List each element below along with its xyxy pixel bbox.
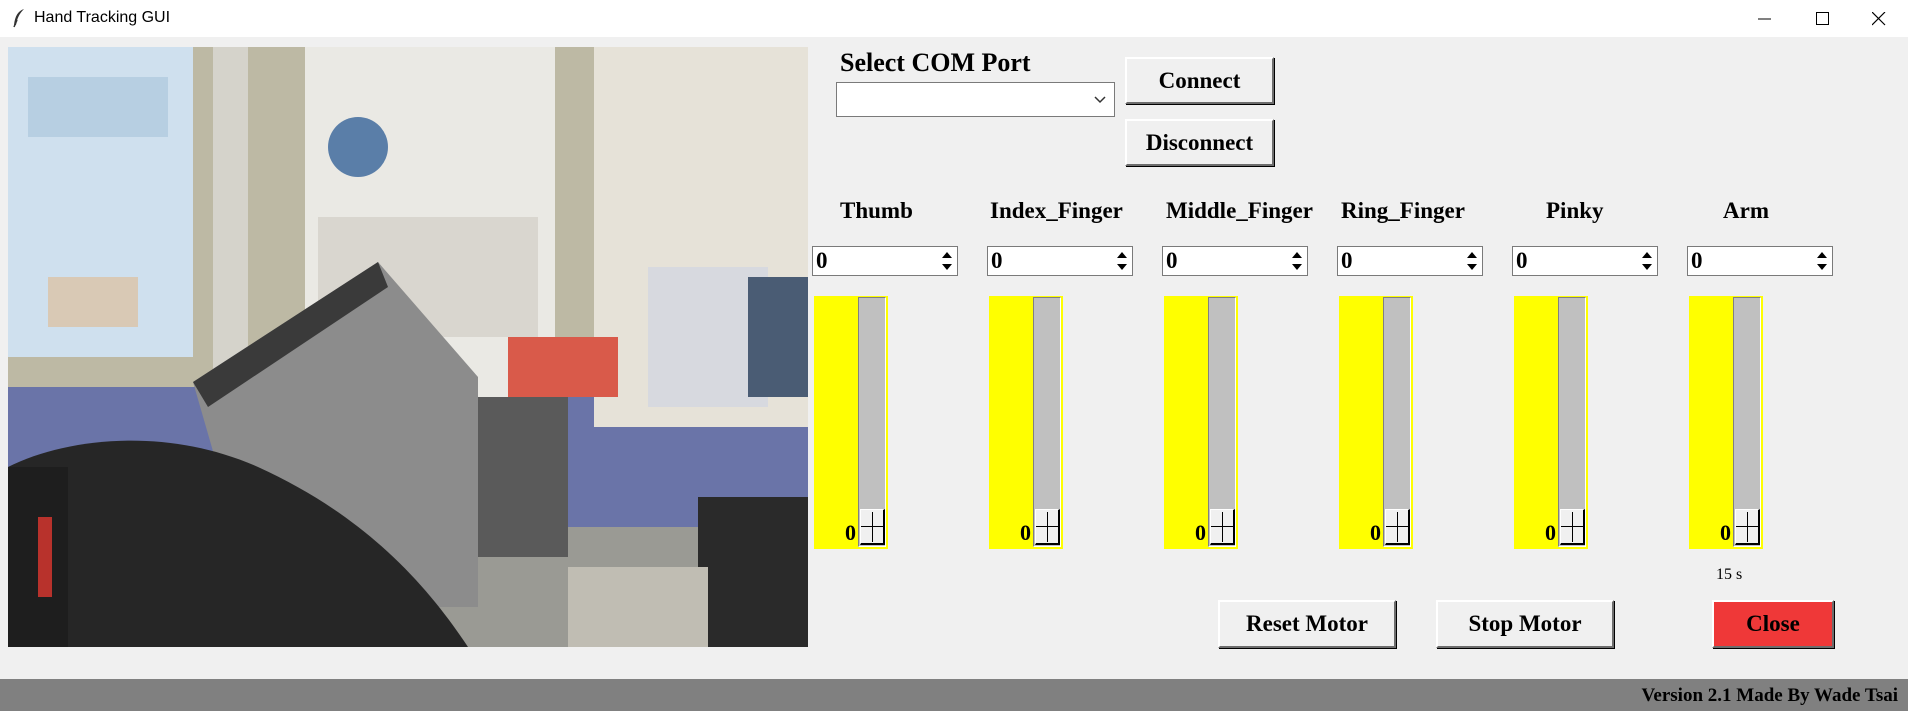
maximize-button[interactable] bbox=[1794, 0, 1852, 37]
status-bar: Version 2.1 Made By Wade Tsai bbox=[0, 679, 1908, 711]
spinbox-arm[interactable]: 0 bbox=[1687, 246, 1833, 276]
spinbox-value: 0 bbox=[816, 248, 828, 273]
reset-motor-button[interactable]: Reset Motor bbox=[1218, 600, 1396, 648]
slider-trough[interactable] bbox=[1033, 297, 1061, 547]
stop-motor-button[interactable]: Stop Motor bbox=[1436, 600, 1614, 648]
joint-label-middle-finger: Middle_Finger bbox=[1166, 198, 1313, 223]
spinbox-thumb[interactable]: 0 bbox=[812, 246, 958, 276]
slider-value: 0 bbox=[1020, 520, 1031, 545]
feather-icon bbox=[13, 9, 24, 28]
spinbox-value: 0 bbox=[1341, 248, 1353, 273]
maximize-icon bbox=[1816, 12, 1829, 25]
spinbox-pinky[interactable]: 0 bbox=[1512, 246, 1658, 276]
spinbox-value: 0 bbox=[991, 248, 1003, 273]
window-close-button[interactable] bbox=[1850, 0, 1908, 37]
spin-arrows-icon[interactable] bbox=[1464, 249, 1480, 273]
slider-thumb[interactable]: 0 bbox=[814, 296, 888, 549]
spin-arrows-icon[interactable] bbox=[939, 249, 955, 273]
spinbox-value: 0 bbox=[1166, 248, 1178, 273]
joint-label-pinky: Pinky bbox=[1546, 198, 1604, 223]
slider-handle[interactable] bbox=[1560, 509, 1585, 545]
slider-middle-finger[interactable]: 0 bbox=[1164, 296, 1238, 549]
joint-label-index-finger: Index_Finger bbox=[990, 198, 1123, 223]
spinbox-index-finger[interactable]: 0 bbox=[987, 246, 1133, 276]
slider-handle[interactable] bbox=[860, 509, 885, 545]
camera-image bbox=[8, 47, 808, 647]
spinbox-value: 0 bbox=[1691, 248, 1703, 273]
spinbox-middle-finger[interactable]: 0 bbox=[1162, 246, 1308, 276]
spinbox-ring-finger[interactable]: 0 bbox=[1337, 246, 1483, 276]
spin-arrows-icon[interactable] bbox=[1814, 249, 1830, 273]
slider-handle[interactable] bbox=[1735, 509, 1760, 545]
title-bar: Hand Tracking GUI bbox=[0, 0, 1908, 37]
joint-label-thumb: Thumb bbox=[840, 198, 913, 223]
com-port-label: Select COM Port bbox=[840, 48, 1031, 77]
joint-label-arm: Arm bbox=[1723, 198, 1769, 223]
slider-value: 0 bbox=[1720, 520, 1731, 545]
slider-trough[interactable] bbox=[1208, 297, 1236, 547]
chevron-down-icon bbox=[1094, 96, 1106, 104]
slider-handle[interactable] bbox=[1210, 509, 1235, 545]
minimize-icon bbox=[1758, 18, 1771, 20]
version-label: Version 2.1 Made By Wade Tsai bbox=[1641, 685, 1898, 706]
spin-arrows-icon[interactable] bbox=[1289, 249, 1305, 273]
window-title: Hand Tracking GUI bbox=[34, 9, 171, 26]
slider-ring-finger[interactable]: 0 bbox=[1339, 296, 1413, 549]
timer-label: 15 s bbox=[1716, 566, 1743, 583]
spinbox-value: 0 bbox=[1516, 248, 1528, 273]
slider-index-finger[interactable]: 0 bbox=[989, 296, 1063, 549]
connect-button[interactable]: Connect bbox=[1125, 57, 1274, 104]
slider-arm[interactable]: 0 bbox=[1689, 296, 1763, 549]
disconnect-button[interactable]: Disconnect bbox=[1125, 119, 1274, 166]
com-port-select[interactable] bbox=[836, 82, 1115, 117]
slider-value: 0 bbox=[1545, 520, 1556, 545]
slider-pinky[interactable]: 0 bbox=[1514, 296, 1588, 549]
slider-value: 0 bbox=[845, 520, 856, 545]
camera-feed bbox=[8, 47, 808, 647]
spin-arrows-icon[interactable] bbox=[1639, 249, 1655, 273]
slider-trough[interactable] bbox=[1733, 297, 1761, 547]
slider-handle[interactable] bbox=[1035, 509, 1060, 545]
slider-handle[interactable] bbox=[1385, 509, 1410, 545]
slider-value: 0 bbox=[1195, 520, 1206, 545]
close-icon bbox=[1872, 12, 1886, 26]
slider-trough[interactable] bbox=[1558, 297, 1586, 547]
slider-trough[interactable] bbox=[1383, 297, 1411, 547]
close-button[interactable]: Close bbox=[1712, 600, 1834, 648]
joint-label-ring-finger: Ring_Finger bbox=[1341, 198, 1465, 223]
spin-arrows-icon[interactable] bbox=[1114, 249, 1130, 273]
minimize-button[interactable] bbox=[1736, 0, 1794, 37]
slider-value: 0 bbox=[1370, 520, 1381, 545]
slider-trough[interactable] bbox=[858, 297, 886, 547]
